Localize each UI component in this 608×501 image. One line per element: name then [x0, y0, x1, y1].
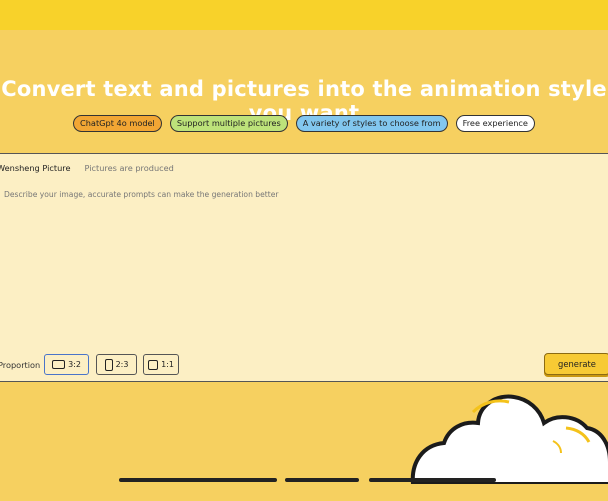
landscape-ratio-icon — [52, 360, 66, 369]
ratio-2-3-label: 2:3 — [115, 360, 129, 369]
tab-pictures-produced[interactable]: Pictures are produced — [84, 163, 173, 173]
ratio-2-3-button[interactable]: 2:3 — [96, 354, 137, 375]
tag-multiple-pictures: Support multiple pictures — [169, 115, 288, 132]
square-ratio-icon — [148, 359, 159, 370]
tab-wensheng-picture[interactable]: Wensheng Picture — [0, 163, 70, 173]
generation-panel: Wensheng Picture Pictures are produced P… — [0, 153, 608, 382]
proportion-label: Proportion — [0, 360, 41, 370]
scroll-indicator-3 — [369, 478, 496, 482]
portrait-ratio-icon — [104, 358, 113, 371]
cloud-icon — [410, 394, 608, 484]
mode-tabs: Wensheng Picture Pictures are produced — [0, 163, 174, 173]
scroll-indicator-2 — [285, 478, 359, 482]
feature-tags: ChatGpt 4o model Support multiple pictur… — [0, 115, 608, 132]
generate-button[interactable]: generate — [544, 353, 608, 375]
ratio-3-2-label: 3:2 — [68, 360, 81, 369]
tag-variety-styles: A variety of styles to choose from — [295, 115, 448, 132]
tag-free-experience: Free experience — [455, 115, 535, 132]
ratio-1-1-button[interactable]: 1:1 — [143, 354, 179, 375]
scroll-indicator-1 — [119, 478, 277, 482]
ratio-1-1-label: 1:1 — [161, 360, 174, 369]
ratio-3-2-button[interactable]: 3:2 — [44, 354, 89, 375]
prompt-input[interactable] — [4, 184, 584, 204]
top-bar — [0, 0, 608, 30]
tag-chatgpt-model: ChatGpt 4o model — [73, 115, 162, 132]
